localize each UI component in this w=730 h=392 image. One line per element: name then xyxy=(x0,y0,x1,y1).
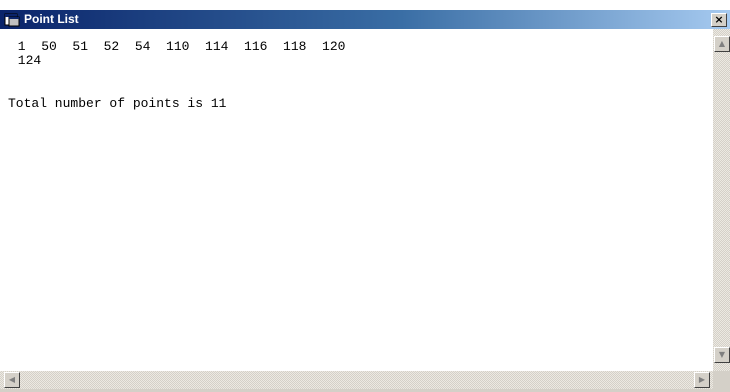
point-list-window: Point List × 1 50 51 52 54 110 114 116 1… xyxy=(0,0,730,392)
scroll-left-button[interactable]: ◀ xyxy=(4,372,20,388)
horizontal-scrollbar[interactable]: ◀ ▶ xyxy=(0,371,713,389)
title-bar[interactable]: Point List xyxy=(0,10,730,29)
window-top-edge xyxy=(0,0,730,10)
points-row-2: 124 xyxy=(10,53,42,68)
total-points-text: Total number of points is 11 xyxy=(8,96,227,111)
scrollbar-corner xyxy=(713,371,730,389)
points-row-1: 1 50 51 52 54 110 114 116 118 120 xyxy=(10,39,346,54)
vertical-scrollbar[interactable]: ▲ ▼ xyxy=(713,29,730,371)
point-list-content: 1 50 51 52 54 110 114 116 118 120 124 To… xyxy=(0,29,713,371)
scroll-up-button[interactable]: ▲ xyxy=(714,36,730,52)
scroll-right-button[interactable]: ▶ xyxy=(694,372,710,388)
scroll-down-button[interactable]: ▼ xyxy=(714,347,730,363)
window-title: Point List xyxy=(24,12,79,26)
close-button[interactable]: × xyxy=(711,13,727,27)
app-window-icon xyxy=(4,13,20,27)
